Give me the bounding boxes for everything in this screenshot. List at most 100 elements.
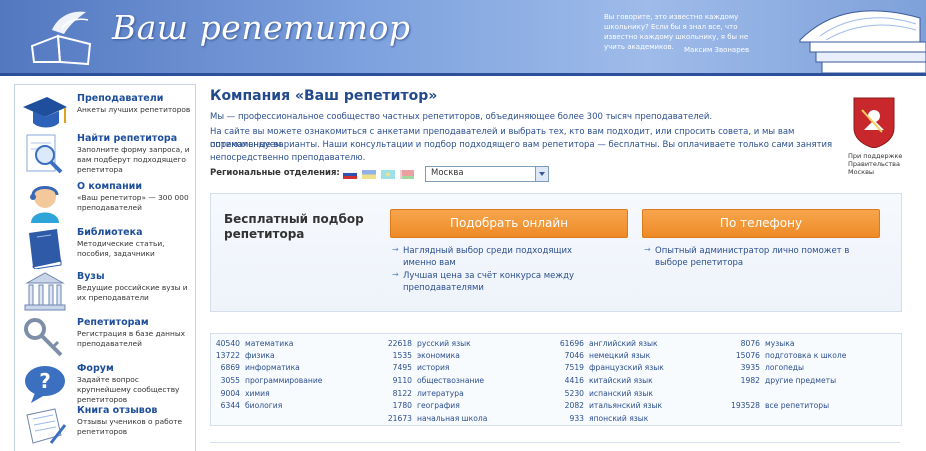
sidebar-item-find-tutor[interactable]: Найти репетитора Заполните форму запроса… [15, 133, 195, 177]
sidebar-item-title[interactable]: Форум [77, 363, 114, 374]
subject-link[interactable]: обществознание [417, 376, 484, 385]
subject-link[interactable]: итальянский язык [589, 401, 662, 410]
subject-count: 1982 [740, 376, 760, 385]
sidebar-item-universities[interactable]: Вузы Ведущие российские вузы и их препод… [15, 271, 195, 315]
page-title: Компания «Ваш репетитор» [210, 88, 438, 104]
subject-link[interactable]: китайский язык [589, 376, 653, 385]
site-header: Ваш репетитор Вы говорите, это известно … [0, 0, 926, 73]
subject-count: 1780 [392, 401, 412, 410]
books-icon [799, 10, 926, 73]
sidebar-item-title[interactable]: Библиотека [77, 227, 142, 238]
subject-link[interactable]: литература [417, 389, 464, 398]
online-benefit-2-line2: преподавателями [403, 283, 484, 293]
subject-count: 21673 [387, 414, 412, 423]
subject-link[interactable]: информатика [245, 363, 300, 372]
russia-flag-icon[interactable] [343, 170, 357, 179]
subject-link[interactable]: начальная школа [417, 414, 487, 423]
select-online-button[interactable]: Подобрать онлайн [390, 209, 628, 238]
subject-link[interactable]: математика [245, 339, 293, 348]
sidebar-item-reviews[interactable]: Книга отзывов Отзывы учеников о работе р… [15, 405, 195, 449]
subject-link[interactable]: подготовка к школе [765, 351, 846, 360]
subject-count: 933 [569, 414, 585, 423]
operator-icon [30, 186, 59, 223]
sidebar-item-title[interactable]: Найти репетитора [77, 133, 177, 144]
subject-count: 1535 [392, 351, 412, 360]
arrow-icon: → [644, 245, 651, 254]
sidebar-item-title[interactable]: Репетиторам [77, 317, 149, 328]
by-phone-button[interactable]: По телефону [642, 209, 880, 238]
subject-link[interactable]: немецкий язык [589, 351, 650, 360]
sidebar: Преподаватели Анкеты лучших репетиторов … [14, 84, 196, 451]
question-icon: ? [25, 366, 65, 403]
subject-link[interactable]: японский язык [589, 414, 648, 423]
ukraine-flag-icon[interactable] [362, 170, 376, 179]
subject-link[interactable]: история [417, 363, 450, 372]
online-benefit-1-line2: именно вам [403, 258, 456, 268]
phone-benefit-1-line2: выборе репетитора [655, 258, 744, 268]
sidebar-item-for-tutors[interactable]: Репетиторам Регистрация в базе данных пр… [15, 317, 195, 361]
subject-link[interactable]: русский язык [417, 339, 471, 348]
subject-count: 22618 [387, 339, 412, 348]
subject-link[interactable]: английский язык [589, 339, 658, 348]
intro-line-2: оптимальные варианты. Наши консультации … [210, 140, 833, 150]
city-select[interactable]: Москва [425, 166, 549, 182]
subject-count: 2082 [564, 401, 584, 410]
belarus-flag-icon[interactable] [400, 170, 414, 179]
coat-caption: При поддержке Правительства Москвы [848, 152, 903, 176]
subject-link[interactable]: французский язык [589, 363, 664, 372]
kazakhstan-flag-icon[interactable] [381, 170, 395, 179]
subject-count-total: 193528 [731, 401, 760, 410]
svg-text:?: ? [39, 369, 51, 393]
key-icon [24, 318, 63, 357]
notebook-icon [26, 408, 67, 444]
subject-count: 3055 [220, 376, 240, 385]
site-title[interactable]: Ваш репетитор [112, 8, 410, 47]
all-tutors-link[interactable]: все репетиторы [765, 401, 829, 410]
subject-link[interactable]: биология [245, 401, 282, 410]
sidebar-item-desc: Задайте вопрос крупнейшему сообществу ре… [77, 375, 180, 404]
regional-label: Региональные отделения: [210, 168, 340, 178]
sidebar-item-forum[interactable]: ? Форум Задайте вопрос крупнейшему сообщ… [15, 363, 195, 407]
arrow-icon: → [392, 270, 399, 279]
sidebar-item-teachers[interactable]: Преподаватели Анкеты лучших репетиторов [15, 93, 195, 137]
subject-link[interactable]: физика [245, 351, 275, 360]
subject-link[interactable]: география [417, 401, 460, 410]
subject-count: 13722 [215, 351, 240, 360]
subject-link[interactable]: экономика [417, 351, 460, 360]
subject-link[interactable]: испанский язык [589, 389, 653, 398]
panel-title: Бесплатный подбор репетитора [224, 212, 364, 241]
quote-author: Максим Звонарев [684, 46, 750, 54]
sidebar-item-title[interactable]: Преподаватели [77, 93, 163, 104]
subject-count: 7046 [564, 351, 584, 360]
subject-count: 8122 [392, 389, 412, 398]
subject-count: 61696 [559, 339, 584, 348]
arrow-icon: → [392, 245, 399, 254]
sidebar-item-library[interactable]: Библиотека Методические статьи, пособия,… [15, 227, 195, 271]
sidebar-item-title[interactable]: Вузы [77, 271, 105, 282]
subject-count: 6869 [220, 363, 240, 372]
subject-link[interactable]: другие предметы [765, 376, 836, 385]
online-benefit-2-line1: Лучшая цена за счёт конкурса между [403, 271, 574, 281]
sidebar-item-title[interactable]: О компании [77, 181, 142, 192]
subject-link[interactable]: программирование [245, 376, 322, 385]
subject-count: 7495 [392, 363, 412, 372]
sidebar-item-desc: Методические статьи, пособия, задачники [77, 239, 165, 258]
subject-link[interactable]: логопеды [765, 363, 804, 372]
graduation-cap-icon [23, 97, 67, 128]
moscow-coat-of-arms-icon [853, 97, 895, 148]
sidebar-item-title[interactable]: Книга отзывов [77, 405, 157, 416]
subject-count: 3935 [740, 363, 760, 372]
book-logo-icon[interactable] [28, 6, 96, 66]
subject-link[interactable]: музыка [765, 339, 795, 348]
subject-count: 5230 [564, 389, 584, 398]
subject-count: 9004 [220, 389, 240, 398]
sidebar-item-desc: «Ваш репетитор» — 300 000 преподавателей [77, 193, 189, 212]
chevron-down-icon[interactable] [535, 167, 548, 181]
sidebar-item-desc: Ведущие российские вузы и их преподавате… [77, 283, 188, 302]
sidebar-item-desc: Регистрация в базе данных преподавателей [77, 329, 186, 348]
sidebar-item-about[interactable]: О компании «Ваш репетитор» — 300 000 пре… [15, 181, 195, 225]
header-divider [0, 73, 926, 76]
book-icon [29, 229, 62, 269]
subject-count: 6344 [220, 401, 240, 410]
subject-link[interactable]: химия [245, 389, 270, 398]
